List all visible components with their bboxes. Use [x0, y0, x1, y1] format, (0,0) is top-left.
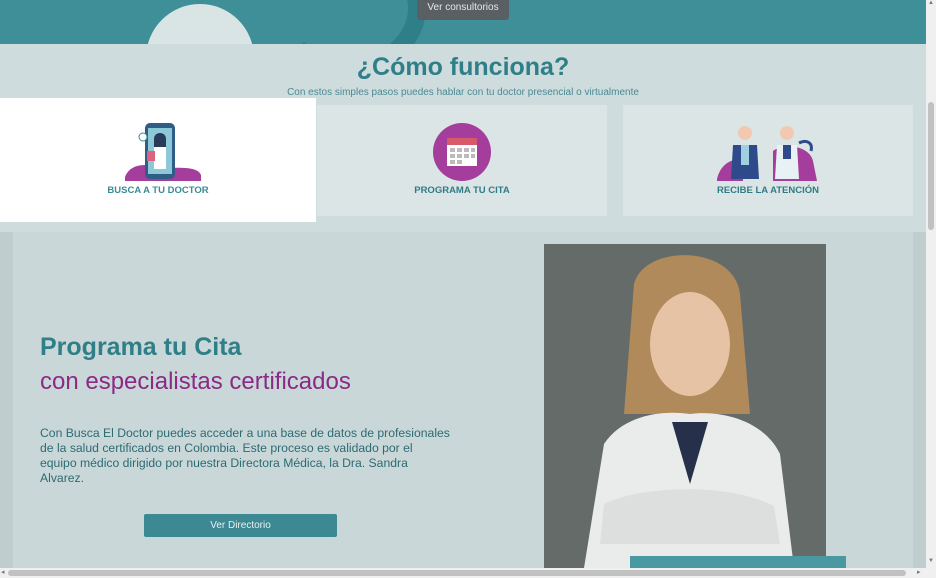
step-card-busca[interactable]: BUSCA A TU DOCTOR — [13, 105, 303, 216]
step-label: RECIBE LA ATENCIÓN — [716, 185, 820, 196]
doctor-portrait-image — [544, 244, 826, 568]
step-label: PROGRAMA TU CITA — [414, 185, 510, 196]
page: Ver consultorios ¿Cómo funciona? Con est… — [0, 0, 926, 568]
scroll-left-icon[interactable]: ◂ — [1, 568, 5, 576]
hero-decoration — [270, 0, 426, 44]
step-card-recibe[interactable]: RECIBE LA ATENCIÓN — [623, 105, 913, 216]
calendar-icon — [433, 123, 491, 181]
doctor-photo — [544, 244, 826, 568]
step-label: BUSCA A TU DOCTOR — [107, 185, 209, 196]
photo-accent-bar — [630, 556, 846, 568]
ver-consultorios-button[interactable]: Ver consultorios — [417, 0, 509, 20]
programa-subtitle: con especialistas certificados — [40, 368, 351, 395]
scroll-right-icon[interactable]: ▸ — [917, 568, 921, 576]
doctors-team-icon — [717, 126, 817, 181]
hero-decoration-circle — [146, 4, 254, 44]
hero-banner: Ver consultorios — [0, 0, 926, 44]
horizontal-scroll-thumb[interactable] — [8, 570, 906, 576]
phone-doctor-icon — [125, 123, 201, 181]
ver-directorio-button[interactable]: Ver Directorio — [144, 514, 337, 537]
programa-title: Programa tu Cita — [40, 333, 242, 361]
scroll-down-icon[interactable]: ▼ — [928, 558, 934, 564]
how-it-works-title: ¿Cómo funciona? — [356, 53, 570, 81]
vertical-scrollbar[interactable] — [926, 0, 936, 568]
vertical-scroll-thumb[interactable] — [928, 102, 934, 230]
scroll-up-icon[interactable]: ▲ — [928, 0, 934, 6]
step-card-programa[interactable]: PROGRAMA TU CITA — [317, 105, 607, 216]
programa-description: Con Busca El Doctor puedes acceder a una… — [40, 426, 450, 485]
how-it-works-subtitle: Con estos simples pasos puedes hablar co… — [287, 87, 639, 98]
